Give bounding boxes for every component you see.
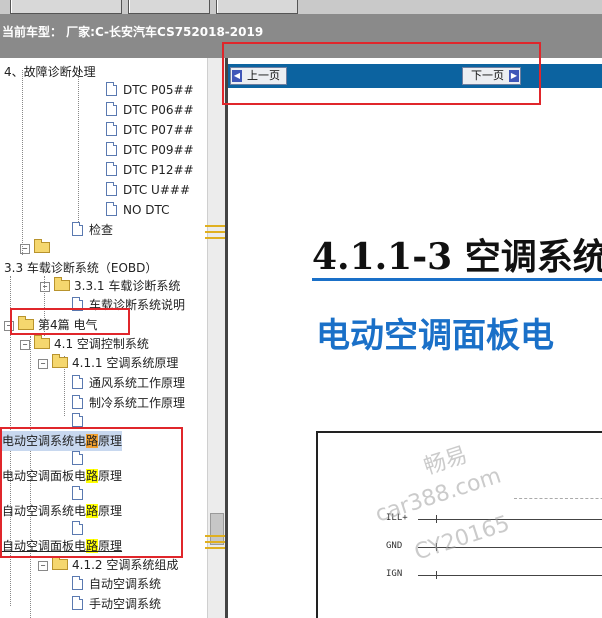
folder-icon [34,239,50,253]
tree-item-411[interactable]: −4.1.1 空调系统原理 [38,353,178,373]
car-model-label: 当前车型： 厂家:C-长安汽车CS752018-2019 [2,25,264,39]
scroll-marker [205,541,227,543]
tree-item-obd[interactable]: 3.3 车载诊断系统（EOBD） [4,258,157,278]
tree-item-auto[interactable]: 自动空调系统 [72,574,161,594]
top-toolbar [0,0,602,14]
document-icon [72,576,83,590]
expand-toggle-icon[interactable]: − [20,340,30,350]
document-icon [72,596,83,610]
scroll-marker [205,225,227,227]
title-underline [312,278,602,281]
annotation-box-navigation [222,42,541,105]
page-subtitle: 电动空调面板电 [316,316,554,356]
toolbar-button-2[interactable] [128,0,210,14]
expand-toggle-icon[interactable]: − [38,561,48,571]
signal-label: GND [386,541,403,551]
scroll-marker [205,547,227,549]
tree-item-dtc[interactable]: DTC P12## [106,160,194,180]
tree-item-dtc[interactable]: DTC P05## [106,80,194,100]
document-icon [72,395,83,409]
tree-item-manual[interactable]: 手动空调系统 [72,594,161,614]
folder-icon [54,277,70,291]
tree-item-331[interactable]: −3.3.1 车载诊断系统 [40,276,180,296]
document-icon [106,82,117,96]
document-icon [106,182,117,196]
tree-folder-collapsed[interactable]: − [20,238,54,258]
tree-item-dtc[interactable]: DTC P06## [106,100,194,120]
tree-item-check[interactable]: 检查 [72,220,113,240]
folder-icon [52,354,68,368]
tree-item-cool[interactable]: 制冷系统工作原理 [72,393,185,413]
scroll-marker [205,237,227,239]
annotation-box-results [0,427,183,558]
toolbar-button-3[interactable] [216,0,298,14]
tree-item-fault[interactable]: 4、故障诊断处理 [4,62,96,82]
document-icon [106,102,117,116]
tree-item-41[interactable]: −4.1 空调控制系统 [20,334,149,354]
document-icon [106,142,117,156]
expand-toggle-icon[interactable]: − [38,359,48,369]
document-icon [106,162,117,176]
signal-label: IGN [386,569,403,579]
tree-item-dtc[interactable]: DTC U### [106,180,190,200]
document-icon [106,122,117,136]
tree-item-dtc[interactable]: DTC P07## [106,120,194,140]
tree-item-dtc[interactable]: NO DTC [106,200,169,220]
page-title: 4.1.1-3 空调系统 [312,236,602,278]
expand-toggle-icon[interactable]: − [20,244,30,254]
document-viewer: ◀ 上一页 下一页 ▶ 4.1.1-3 空调系统 电动空调面板电 ILL+ GN… [228,58,602,618]
folder-icon [52,556,68,570]
document-icon [72,413,83,427]
scroll-marker [205,231,227,233]
tree-item-dtc[interactable]: DTC P09## [106,140,194,160]
annotation-box-part4 [10,308,130,335]
expand-toggle-icon[interactable]: − [40,282,50,292]
document-icon [72,222,83,236]
tree-item-412[interactable]: −4.1.2 空调系统组成 [38,555,178,575]
toolbar-button-1[interactable] [10,0,122,14]
tree-item-vent[interactable]: 通风系统工作原理 [72,373,185,393]
document-icon [72,375,83,389]
document-icon [106,202,117,216]
tree-scrollbar[interactable] [207,58,226,618]
scroll-marker [205,535,227,537]
folder-icon [34,335,50,349]
